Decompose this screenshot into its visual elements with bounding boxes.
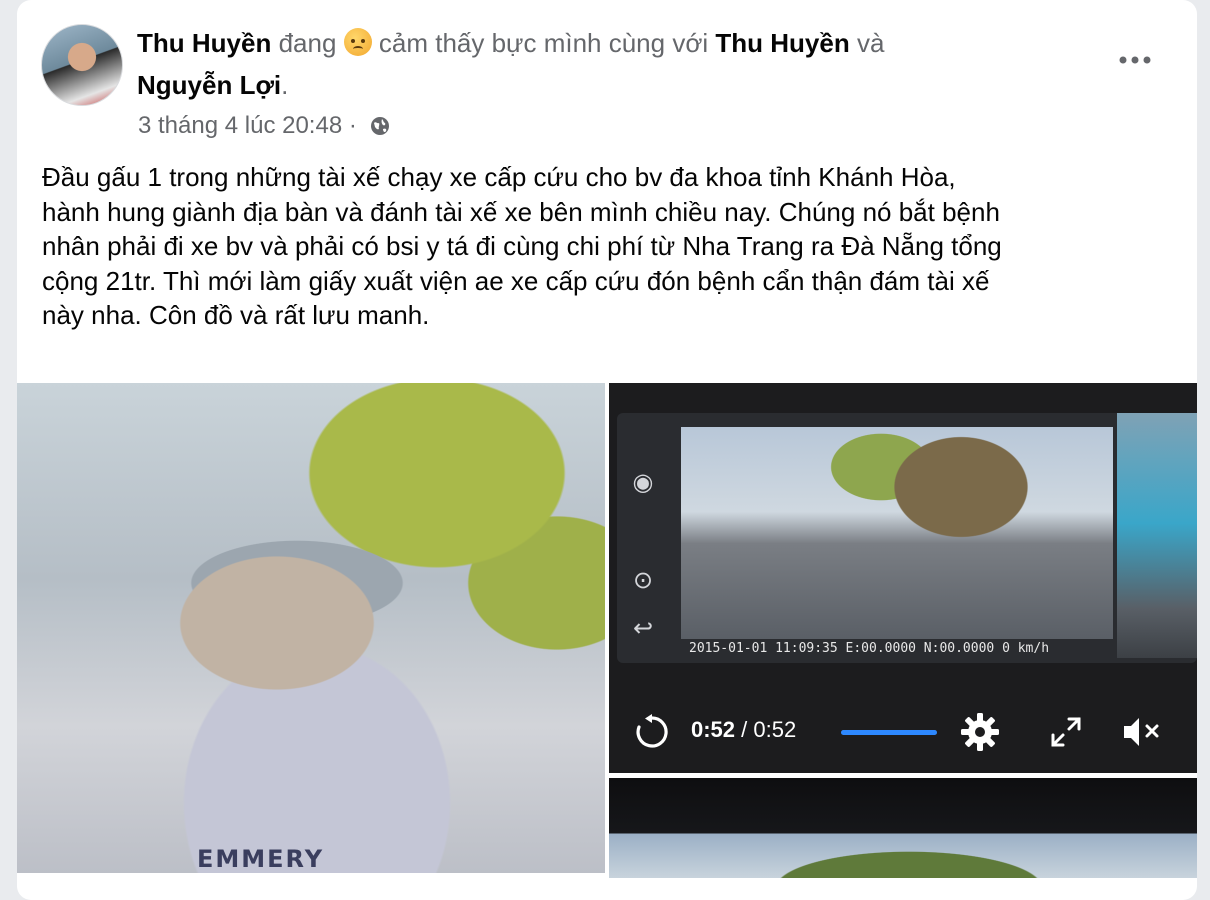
back-arrow-icon: ↩ [632,615,654,642]
feeling-prefix: đang [278,28,337,58]
post-text-line: hành hung giành địa bàn và đánh tài xế x… [42,196,1000,227]
post-header-line2: Nguyễn Lợi. [137,70,288,101]
dashcam-rear-view [1117,413,1197,658]
post-timestamp[interactable]: 3 tháng 4 lúc 20:48 [138,112,342,139]
tagged-user-2[interactable]: Nguyễn Lợi [137,70,281,100]
dashcam-screen: ◉ ⊙ ↩ 2015-01-01 11:09:35 E:00.0000 N:00… [617,413,1197,663]
post-header-line1: Thu Huyền đang cảm thấy bực mình cùng vớ… [137,28,884,59]
meta-separator: · [348,112,357,139]
volume-muted-icon[interactable] [1121,713,1161,751]
video-time-divider: / [741,717,748,742]
post-text-line: cộng 21tr. Thì mới làm giấy xuất viện ae… [42,265,990,296]
dashcam-road-view [681,427,1113,639]
video-controls: 0:52 / 0:52 [609,693,1197,773]
globe-icon[interactable] [370,116,390,136]
shirt-print-text: EMMERY [197,845,325,873]
snapshot-icon: ⊙ [632,567,654,594]
replay-icon[interactable] [633,713,671,751]
post-body: Đầu gấu 1 trong những tài xế chạy xe cấp… [42,160,1192,333]
post-meta: 3 tháng 4 lúc 20:48 · [138,112,390,140]
angry-face-emoji-icon [343,28,372,56]
more-horizontal-icon[interactable] [1115,48,1155,72]
post-text-line: này nha. Côn đồ và rất lưu manh. [42,300,430,330]
conjunction: và [856,28,885,58]
dashcam-photo-second[interactable] [609,778,1197,878]
author-name[interactable]: Thu Huyền [137,28,271,58]
video-progress-fill [841,730,937,735]
post-text-line: Đầu gấu 1 trong những tài xế chạy xe cấp… [42,162,956,192]
header-period: . [281,70,289,100]
gear-icon[interactable] [959,711,1001,753]
post-text-line: nhân phải đi xe bv và phải có bsi y tá đ… [42,231,1002,261]
dashcam-video[interactable]: ◉ ⊙ ↩ 2015-01-01 11:09:35 E:00.0000 N:00… [609,383,1197,773]
post-card: Thu Huyền đang cảm thấy bực mình cùng vớ… [17,0,1197,900]
feeling-text: cảm thấy bực mình cùng với [378,28,709,58]
author-avatar[interactable] [41,24,123,106]
video-current-time: 0:52 [691,717,736,742]
photo-man-in-helmet[interactable]: EMMERY [17,383,605,873]
fullscreen-icon[interactable] [1049,715,1083,749]
video-duration: 0:52 [753,717,797,742]
video-progress-bar[interactable] [841,730,937,735]
tagged-user-1[interactable]: Thu Huyền [715,28,849,58]
video-time: 0:52 / 0:52 [691,717,796,743]
dashcam-overlay-text: 2015-01-01 11:09:35 E:00.0000 N:00.0000 … [689,641,1050,656]
camera-lens-icon: ◉ [632,469,654,496]
